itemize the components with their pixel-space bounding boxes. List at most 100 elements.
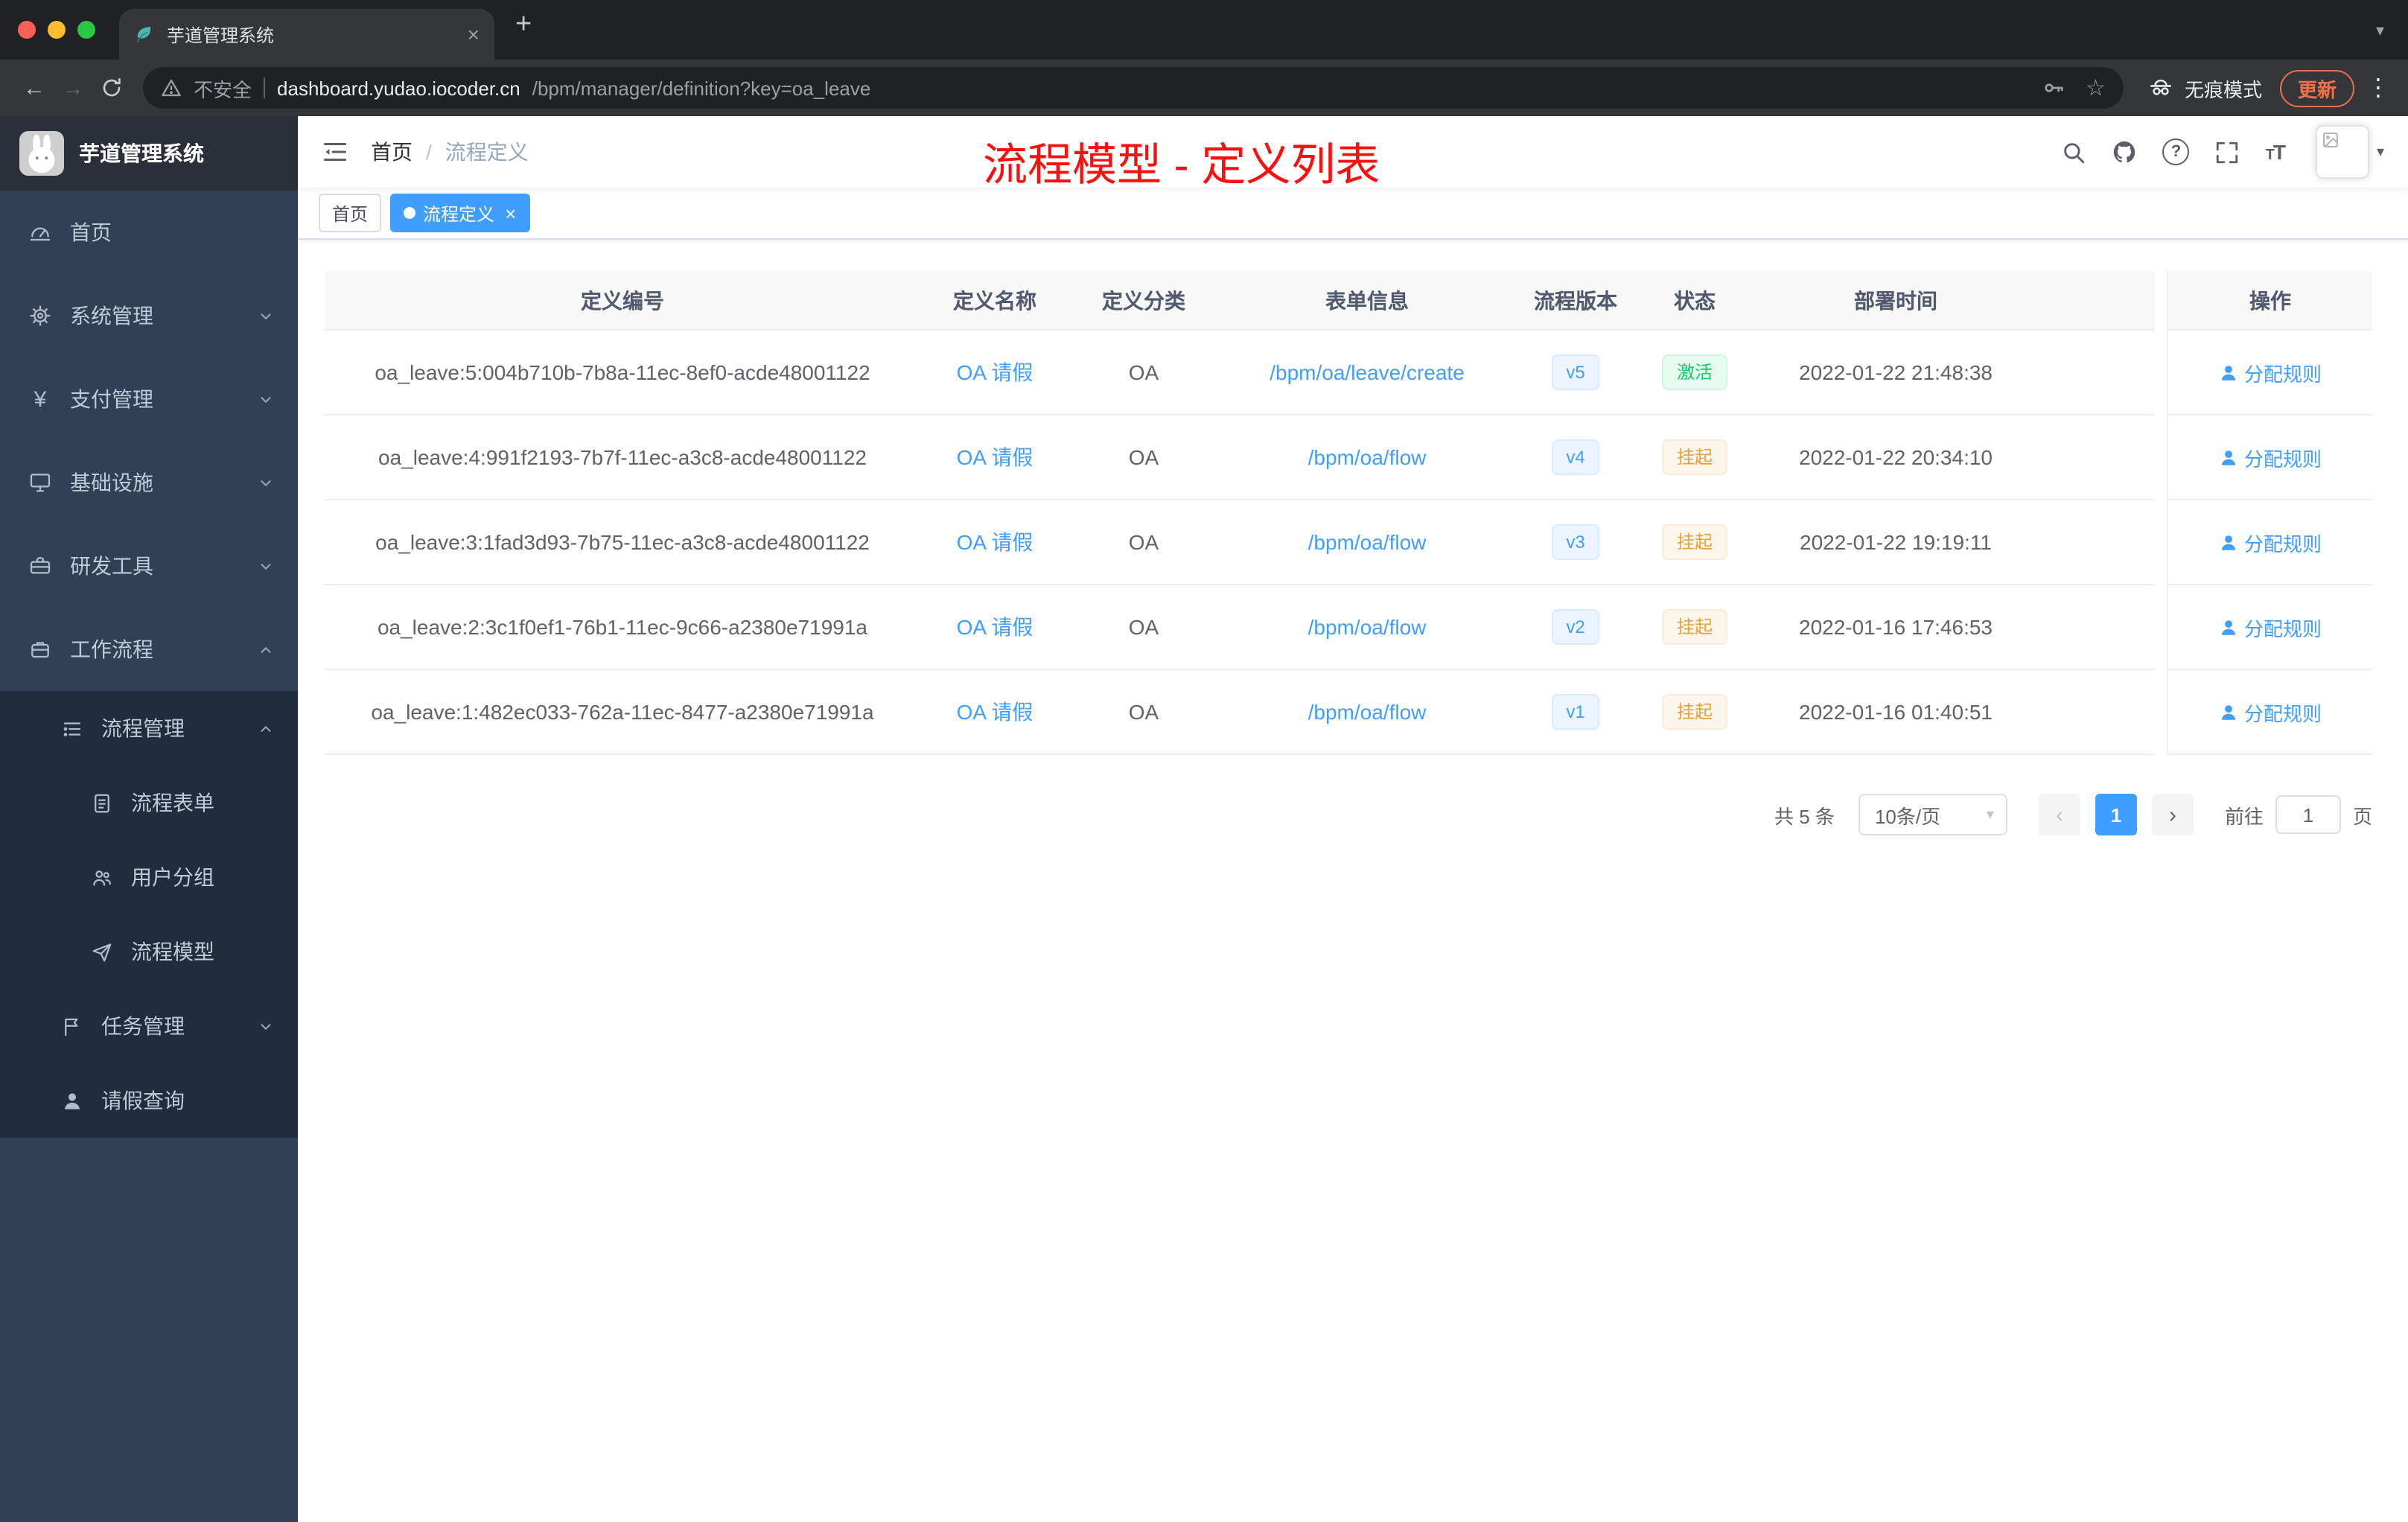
- not-secure-warning-icon: [161, 77, 182, 98]
- next-page-button[interactable]: ›: [2151, 794, 2194, 835]
- github-icon[interactable]: [2112, 139, 2138, 165]
- form-info-link[interactable]: /bpm/oa/flow: [1308, 615, 1427, 639]
- table-gutter: [2155, 415, 2167, 500]
- address-bar[interactable]: 不安全 dashboard.yudao.iocoder.cn /bpm/mana…: [143, 67, 2124, 109]
- column-header: 流程版本: [1516, 271, 1635, 331]
- user-menu[interactable]: ▾: [2315, 125, 2384, 179]
- tag-home[interactable]: 首页: [319, 194, 382, 232]
- sidebar-item-process-model[interactable]: 流程模型: [0, 914, 298, 989]
- sidebar-item-workflow[interactable]: 工作流程: [0, 608, 298, 691]
- assign-rule-link[interactable]: 分配规则: [2219, 613, 2322, 641]
- definition-name-link[interactable]: OA 请假: [957, 442, 1033, 472]
- sidebar-item-leave-query[interactable]: 请假查询: [0, 1063, 298, 1138]
- breadcrumb-current: 流程定义: [445, 140, 529, 164]
- tag-label: 流程定义: [423, 203, 495, 224]
- cell-definition-id: oa_leave:1:482ec033-762a-11ec-8477-a2380…: [325, 670, 920, 755]
- column-header: 定义名称: [920, 271, 1069, 331]
- browser-tab[interactable]: 芋道管理系统 ×: [119, 9, 494, 60]
- minimize-window-button[interactable]: [48, 21, 66, 39]
- cell-definition-category: OA: [1069, 585, 1218, 670]
- avatar[interactable]: [2315, 125, 2369, 179]
- briefcase-icon: [28, 637, 52, 661]
- definition-name-link[interactable]: OA 请假: [957, 697, 1033, 727]
- gear-icon: [28, 304, 52, 328]
- cell-status: 激活: [1635, 331, 1754, 415]
- definition-name-link[interactable]: OA 请假: [957, 357, 1033, 387]
- sidebar-item-task-management[interactable]: 任务管理: [0, 989, 298, 1063]
- prev-page-button[interactable]: ‹: [2038, 794, 2080, 835]
- font-size-icon[interactable]: TT: [2266, 140, 2286, 164]
- sidebar-logo[interactable]: 芋道管理系统: [0, 116, 298, 191]
- password-key-icon[interactable]: [2041, 76, 2065, 100]
- assign-rule-link[interactable]: 分配规则: [2219, 443, 2322, 471]
- new-tab-button[interactable]: +: [515, 9, 532, 42]
- browser-menu-icon[interactable]: ⋮: [2366, 73, 2390, 103]
- person-icon: [60, 1089, 83, 1112]
- sidebar-item-label: 工作流程: [70, 637, 153, 661]
- table-row: oa_leave:1:482ec033-762a-11ec-8477-a2380…: [325, 670, 2372, 755]
- form-info-link[interactable]: /bpm/oa/flow: [1308, 700, 1427, 724]
- reload-button[interactable]: [92, 76, 131, 100]
- sidebar-item-label: 研发工具: [70, 554, 153, 578]
- assign-rule-link[interactable]: 分配规则: [2219, 358, 2322, 386]
- cell-status: 挂起: [1635, 415, 1754, 500]
- column-header: 部署时间: [1754, 271, 2037, 331]
- chevron-up-icon: [258, 641, 274, 657]
- maximize-window-button[interactable]: [77, 21, 95, 39]
- app: 芋道管理系统 首页 系统管理 ¥ 支付管理 基础设施 研发工具 工作流程 流程管…: [0, 116, 2408, 1522]
- forward-button[interactable]: →: [54, 75, 92, 101]
- chevron-down-icon: [258, 474, 274, 491]
- sidebar-item-infrastructure[interactable]: 基础设施: [0, 441, 298, 524]
- security-label: 不安全: [194, 78, 252, 101]
- tag-close-icon[interactable]: ×: [505, 203, 516, 223]
- screen: 芋道管理系统 × + ▾ ← → 不安全 dashboard.yudao.ioc…: [0, 0, 2408, 1522]
- sidebar-toggle-icon[interactable]: [322, 138, 348, 165]
- column-header: 表单信息: [1218, 271, 1516, 331]
- cell-actions: 分配规则: [2167, 585, 2372, 670]
- definition-name-link[interactable]: OA 请假: [957, 612, 1033, 642]
- cell-definition-name: OA 请假: [920, 585, 1069, 670]
- version-tag: v4: [1551, 439, 1600, 475]
- cell-deploy-time: 2022-01-16 01:40:51: [1754, 670, 2037, 755]
- fullscreen-icon[interactable]: [2215, 139, 2240, 165]
- browser-update-button[interactable]: 更新: [2279, 69, 2354, 106]
- form-info-link[interactable]: /bpm/oa/flow: [1308, 445, 1427, 469]
- form-document-icon: [89, 791, 113, 815]
- tab-search-caret-icon[interactable]: ▾: [2376, 20, 2384, 39]
- cell-form-info: /bpm/oa/flow: [1218, 415, 1516, 500]
- assign-rule-link[interactable]: 分配规则: [2219, 698, 2322, 726]
- sidebar-item-user-group[interactable]: 用户分组: [0, 840, 298, 914]
- assign-rule-link[interactable]: 分配规则: [2219, 528, 2322, 556]
- flag-icon: [60, 1014, 83, 1038]
- close-window-button[interactable]: [18, 21, 36, 39]
- chevron-down-icon: [258, 308, 274, 324]
- definition-name-link[interactable]: OA 请假: [957, 527, 1033, 557]
- sidebar-item-dev-tools[interactable]: 研发工具: [0, 524, 298, 608]
- status-tag: 挂起: [1661, 524, 1727, 560]
- table-row: oa_leave:2:3c1f0ef1-76b1-11ec-9c66-a2380…: [325, 585, 2372, 670]
- search-icon[interactable]: [2062, 139, 2087, 165]
- sidebar-item-process-form[interactable]: 流程表单: [0, 765, 298, 840]
- breadcrumb-home[interactable]: 首页: [371, 137, 413, 167]
- tag-process-definition[interactable]: 流程定义 ×: [390, 194, 530, 232]
- page-number-button[interactable]: 1: [2095, 794, 2137, 835]
- sidebar-item-payment[interactable]: ¥ 支付管理: [0, 357, 298, 441]
- sidebar-item-process-management[interactable]: 流程管理: [0, 691, 298, 765]
- tab-close-icon[interactable]: ×: [468, 24, 480, 45]
- cell-form-info: /bpm/oa/flow: [1218, 670, 1516, 755]
- help-icon[interactable]: ?: [2162, 138, 2190, 165]
- cell-definition-category: OA: [1069, 500, 1218, 585]
- form-info-link[interactable]: /bpm/oa/flow: [1308, 530, 1427, 554]
- form-info-link[interactable]: /bpm/oa/leave/create: [1270, 360, 1465, 384]
- bookmark-star-icon[interactable]: ☆: [2086, 74, 2106, 101]
- sidebar-item-system[interactable]: 系统管理: [0, 274, 298, 357]
- sidebar-item-label: 基础设施: [70, 471, 153, 494]
- cell-deploy-time: 2022-01-22 19:19:11: [1754, 500, 2037, 585]
- sidebar-item-label: 请假查询: [101, 1089, 185, 1112]
- back-button[interactable]: ←: [15, 75, 54, 101]
- page-size-select[interactable]: 10条/页 ▾: [1858, 794, 2007, 835]
- sidebar-item-home[interactable]: 首页: [0, 191, 298, 274]
- yen-icon: ¥: [34, 386, 47, 412]
- goto-page-input[interactable]: [2275, 795, 2341, 834]
- page-unit-label: 页: [2352, 805, 2372, 827]
